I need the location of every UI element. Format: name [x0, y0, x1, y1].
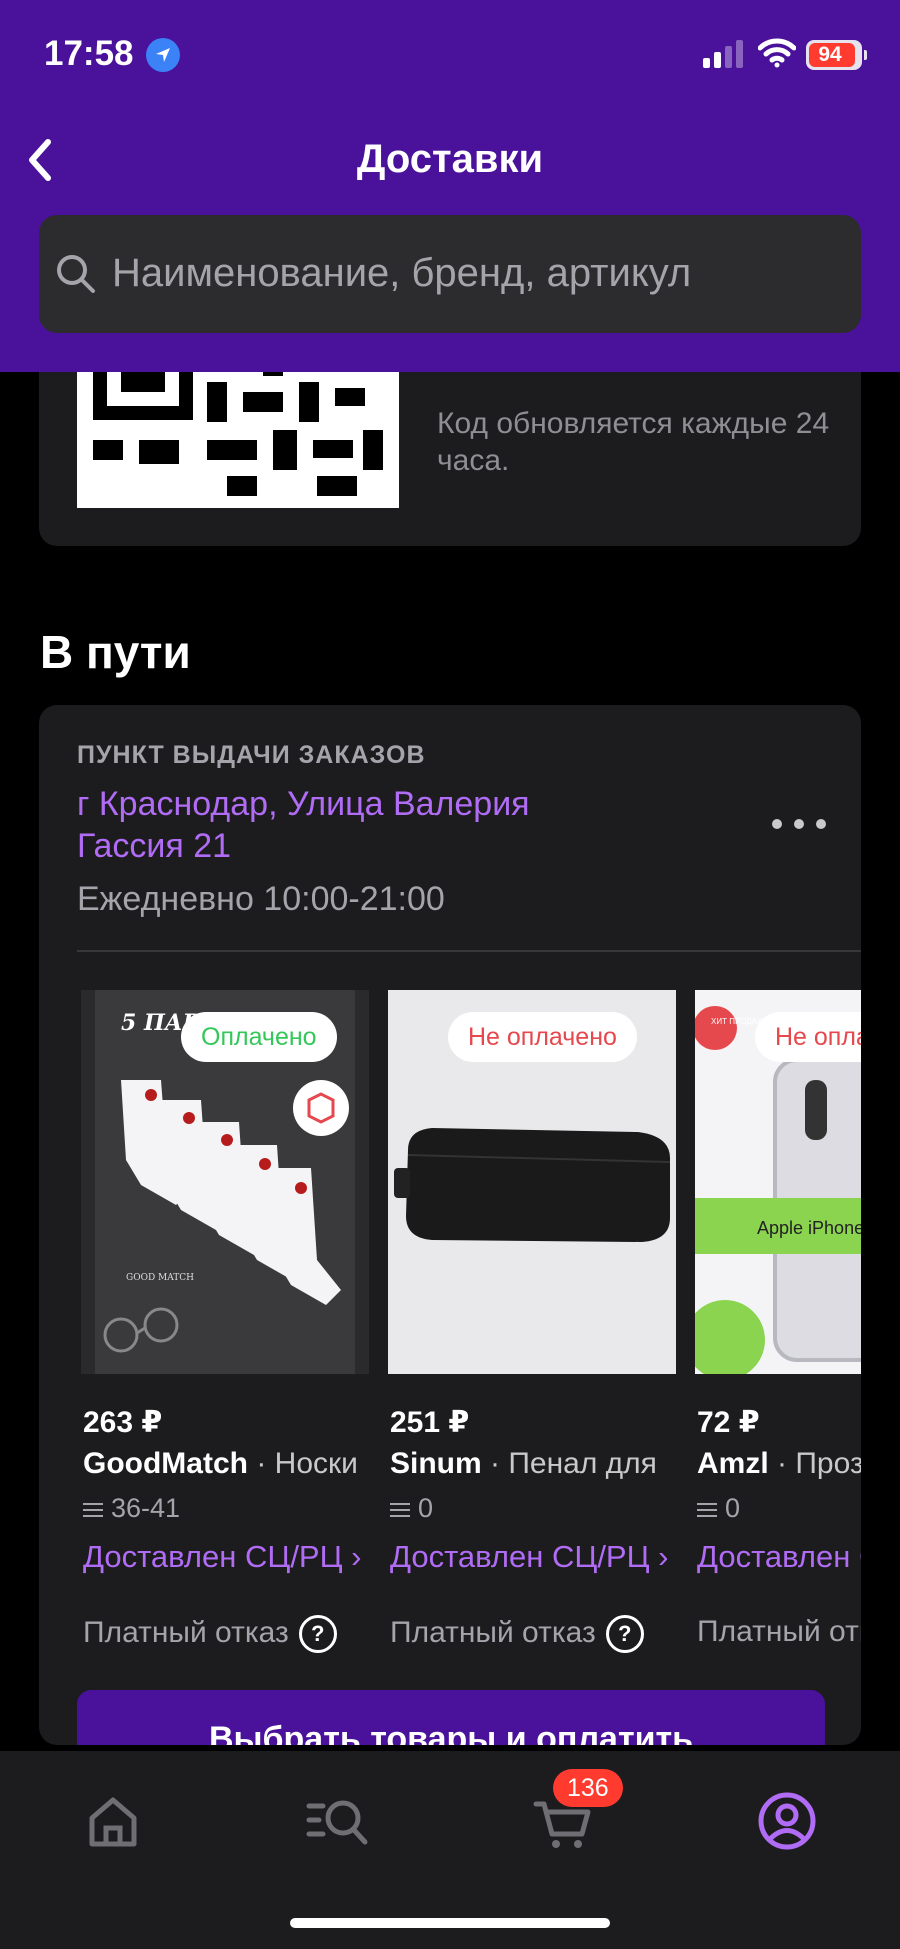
payment-status-text: Не оплачено: [775, 1023, 861, 1051]
paid-refusal: Платный отказ: [697, 1615, 861, 1649]
home-icon: [89, 1797, 137, 1847]
cellular-signal-icon: [703, 40, 747, 68]
payment-status-badge: Не оплачено: [755, 1012, 861, 1062]
product-title: · Пенал для: [481, 1447, 657, 1480]
nav-bar: Доставки: [0, 120, 900, 200]
product-title: · Носки: [248, 1447, 358, 1480]
product-name: Amzl · Прозрачный: [697, 1447, 861, 1481]
battery-level: 94: [818, 43, 842, 66]
size-icon: [697, 1499, 717, 1521]
tab-catalog[interactable]: [303, 1786, 373, 1856]
tab-profile[interactable]: [752, 1786, 822, 1856]
paid-refusal-label: Платный отказ: [390, 1615, 596, 1649]
search-icon: [57, 255, 95, 293]
home-indicator: [290, 1918, 610, 1928]
payment-status-text: Не оплачено: [468, 1023, 617, 1051]
product-title: · Прозрачный: [777, 1447, 861, 1480]
product-price: 263 ₽: [83, 1406, 163, 1439]
product-size: 36-41: [83, 1493, 180, 1524]
product-brand: GoodMatch: [83, 1447, 248, 1480]
product-name: GoodMatch · Носки: [83, 1447, 373, 1481]
wifi-icon: [758, 38, 796, 68]
product-size-value: 36-41: [111, 1493, 181, 1523]
paid-refusal-label: Платный отказ: [83, 1615, 289, 1649]
section-title-in-transit: В пути: [40, 626, 191, 678]
select-and-pay-label: Выбрать товары и оплатить: [208, 1720, 694, 1745]
size-icon: [390, 1499, 410, 1521]
size-icon: [83, 1499, 103, 1521]
product-price: 251 ₽: [390, 1406, 470, 1439]
svg-text:GOOD MATCH: GOOD MATCH: [126, 1273, 194, 1283]
divider: [77, 950, 861, 952]
paid-refusal: Платный отказ?: [83, 1615, 337, 1653]
catalog-search-icon: [306, 1800, 368, 1845]
tab-home[interactable]: [78, 1786, 148, 1856]
payment-status-badge: Не оплачено: [448, 1012, 637, 1062]
pickup-hours: Ежедневно 10:00-21:00: [77, 880, 445, 918]
product-brand: Amzl: [697, 1447, 769, 1480]
product-size-value: 0: [418, 1493, 434, 1523]
page-title: Доставки: [356, 137, 544, 181]
help-icon[interactable]: ?: [605, 1615, 644, 1653]
search-placeholder: Наименование, бренд, артикул: [112, 251, 692, 295]
status-bar: 17:58 94: [0, 0, 900, 110]
product-size: 0: [697, 1493, 740, 1524]
status-time: 17:58: [44, 34, 134, 73]
pickup-point-card: ПУНКТ ВЫДАЧИ ЗАКАЗОВ г Краснодар, Улица …: [39, 705, 861, 1745]
select-and-pay-button[interactable]: Выбрать товары и оплатить: [77, 1690, 825, 1745]
help-icon[interactable]: ?: [298, 1615, 337, 1653]
paid-refusal: Платный отказ?: [390, 1615, 644, 1653]
location-arrow-icon: [146, 38, 180, 72]
pickup-label: ПУНКТ ВЫДАЧИ ЗАКАЗОВ: [77, 741, 426, 769]
battery-icon: 94: [806, 40, 867, 70]
profile-icon: [758, 1792, 816, 1850]
pickup-address[interactable]: г Краснодар, Улица Валерия Гассия 21: [77, 783, 597, 867]
payment-status-badge: Оплачено: [181, 1012, 337, 1062]
search-input[interactable]: Наименование, бренд, артикул: [39, 215, 861, 333]
product-size: 0: [390, 1493, 433, 1524]
product-name: Sinum · Пенал для: [390, 1447, 680, 1481]
top-header: 17:58 94 Доставки Наименование, бренд, а…: [0, 0, 900, 372]
image-caption: Apple iPhone: [757, 1218, 861, 1238]
payment-status-text: Оплачено: [201, 1023, 317, 1051]
cart-count-badge: 136: [553, 1769, 623, 1807]
paid-refusal-label: Платный отказ: [697, 1615, 861, 1648]
product-size-value: 0: [725, 1493, 741, 1523]
more-options-button[interactable]: [772, 813, 828, 833]
product-brand: Sinum: [390, 1447, 482, 1480]
qr-code-note: Код обновляется каждые 24 часа.: [437, 407, 830, 477]
product-price: 72 ₽: [697, 1406, 760, 1439]
